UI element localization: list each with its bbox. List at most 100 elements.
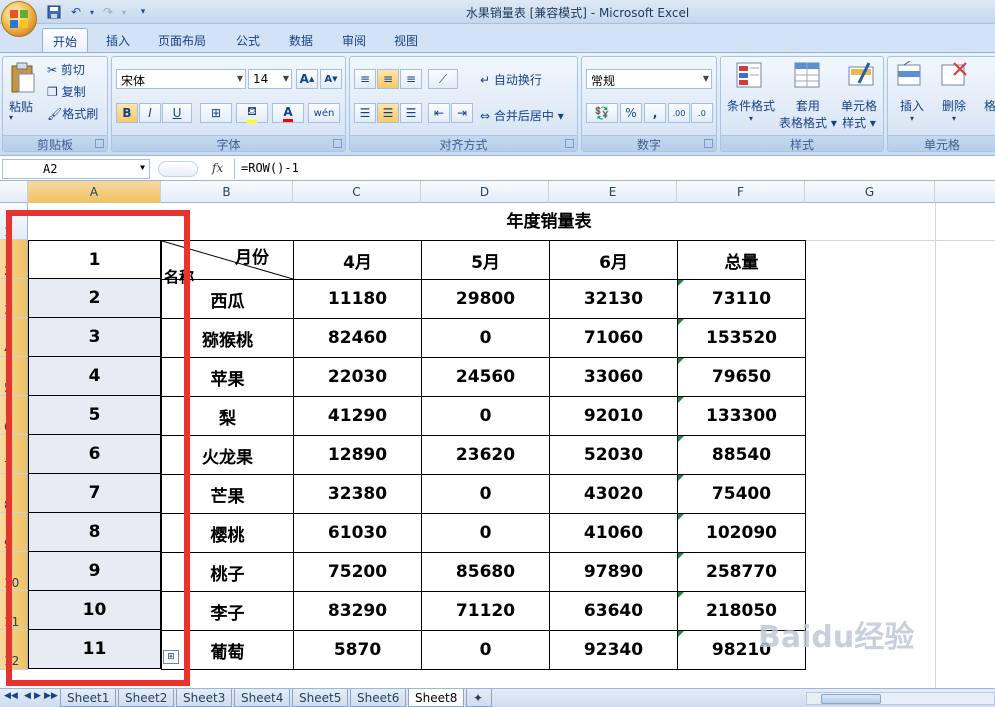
insert-sheet-icon[interactable]: ✦ [466,689,492,707]
select-all-corner[interactable] [0,181,28,203]
total-cell[interactable]: 88540 [677,435,806,475]
column-header-e[interactable]: E [549,181,677,203]
table-cell[interactable]: 71060 [549,318,678,358]
sheet-title-cell[interactable]: 年度销量表 [293,204,805,240]
borders-button[interactable]: ⊞ [200,103,232,123]
tab-data[interactable]: 数据 [279,28,323,52]
total-cell[interactable]: 153520 [677,318,806,358]
tab-insert[interactable]: 插入 [96,28,140,52]
table-cell[interactable]: 0 [421,318,550,358]
currency-button[interactable]: 💱 [586,103,618,123]
error-indicator-icon[interactable] [678,475,684,481]
format-as-table-button[interactable]: 套用 表格格式 ▾ [779,97,837,131]
last-sheet-icon[interactable]: ▶▶ [44,691,58,701]
tab-view[interactable]: 视图 [384,28,428,52]
percent-button[interactable]: % [620,103,642,123]
delete-button[interactable]: 删除 ▾ [942,97,966,123]
italic-button[interactable]: I [139,103,161,123]
paste-icon[interactable] [9,62,39,93]
header-cell[interactable]: 4月 [293,240,422,280]
decrease-indent-button[interactable]: ⇤ [428,103,450,123]
table-cell[interactable]: 5870 [293,630,422,670]
sheet-tab[interactable]: Sheet6 [350,689,407,707]
format-painter-button[interactable]: 🖌格式刷 [47,105,98,122]
table-cell[interactable]: 71120 [421,591,550,631]
dialog-launcher-icon[interactable] [95,139,104,148]
table-cell[interactable]: 23620 [421,435,550,475]
comma-button[interactable]: , [644,103,666,123]
column-header-d[interactable]: D [421,181,549,203]
table-cell[interactable]: 0 [421,396,550,436]
table-cell[interactable]: 29800 [421,279,550,319]
table-cell[interactable]: 0 [421,630,550,670]
table-cell[interactable]: 0 [421,474,550,514]
error-indicator-icon[interactable] [678,631,684,637]
total-cell[interactable]: 79650 [677,357,806,397]
error-indicator-icon[interactable] [678,358,684,364]
next-sheet-icon[interactable]: ▶ [34,691,41,701]
column-header-a[interactable]: A [28,181,161,203]
table-cell[interactable]: 12890 [293,435,422,475]
sheet-tab[interactable]: Sheet1 [60,689,117,707]
table-cell[interactable]: 52030 [549,435,678,475]
font-size-select[interactable]: 14 ▼ [248,69,292,89]
insert-function-icon[interactable]: fx [212,161,223,175]
table-cell[interactable]: 33060 [549,357,678,397]
underline-button[interactable]: U [162,103,192,123]
table-cell[interactable]: 22030 [293,357,422,397]
total-cell[interactable]: 102090 [677,513,806,553]
table-cell[interactable]: 92010 [549,396,678,436]
sheet-tab[interactable]: Sheet4 [234,689,291,707]
align-center-button[interactable]: ☰ [377,103,399,123]
header-cell[interactable]: 6月 [549,240,678,280]
table-cell[interactable]: 41290 [293,396,422,436]
paste-dropdown-icon[interactable]: ▾ [9,113,13,122]
horizontal-scrollbar[interactable] [806,692,995,705]
shrink-font-button[interactable]: A ▼ [320,69,342,89]
table-cell[interactable]: 32130 [549,279,678,319]
total-cell[interactable]: 258770 [677,552,806,592]
font-color-button[interactable]: A [272,103,304,123]
column-header-f[interactable]: F [677,181,805,203]
prev-sheet-icon[interactable]: ◀ [24,691,31,701]
header-cell[interactable]: 总量 [677,240,806,280]
error-indicator-icon[interactable] [678,514,684,520]
total-cell[interactable]: 75400 [677,474,806,514]
sheet-tab[interactable]: Sheet5 [292,689,349,707]
column-header-g[interactable]: G [805,181,935,203]
error-indicator-icon[interactable] [678,553,684,559]
increase-decimal-button[interactable]: .00 [668,103,690,123]
table-cell[interactable]: 92340 [549,630,678,670]
align-bottom-button[interactable]: ≡ [400,69,422,89]
error-indicator-icon[interactable] [678,592,684,598]
table-cell[interactable]: 43020 [549,474,678,514]
error-indicator-icon[interactable] [678,280,684,286]
table-cell[interactable]: 32380 [293,474,422,514]
tab-page-layout[interactable]: 页面布局 [148,28,216,52]
align-right-button[interactable]: ☰ [400,103,422,123]
dialog-launcher-icon[interactable] [333,139,342,148]
column-header-b[interactable]: B [161,181,293,203]
tab-formulas[interactable]: 公式 [226,28,270,52]
name-box[interactable]: A2 ▼ [2,159,150,179]
formula-bar-splitter[interactable] [158,161,198,177]
header-cell[interactable]: 5月 [421,240,550,280]
table-cell[interactable]: 83290 [293,591,422,631]
grow-font-button[interactable]: A ▲ [296,69,318,89]
align-top-button[interactable]: ≡ [354,69,376,89]
office-button[interactable] [1,1,37,37]
align-left-button[interactable]: ☰ [354,103,376,123]
align-middle-button[interactable]: ≡ [377,69,399,89]
format-button[interactable]: 格 [984,97,995,114]
table-cell[interactable]: 0 [421,513,550,553]
table-cell[interactable]: 85680 [421,552,550,592]
number-format-select[interactable]: 常规 ▼ [586,69,712,89]
table-cell[interactable]: 82460 [293,318,422,358]
error-indicator-icon[interactable] [678,436,684,442]
table-cell[interactable]: 61030 [293,513,422,553]
conditional-format-button[interactable]: 条件格式 ▾ [727,97,775,123]
total-cell[interactable]: 73110 [677,279,806,319]
phonetic-button[interactable]: wén [308,103,340,123]
tab-home[interactable]: 开始 [42,28,89,52]
scrollbar-thumb[interactable] [821,694,881,704]
